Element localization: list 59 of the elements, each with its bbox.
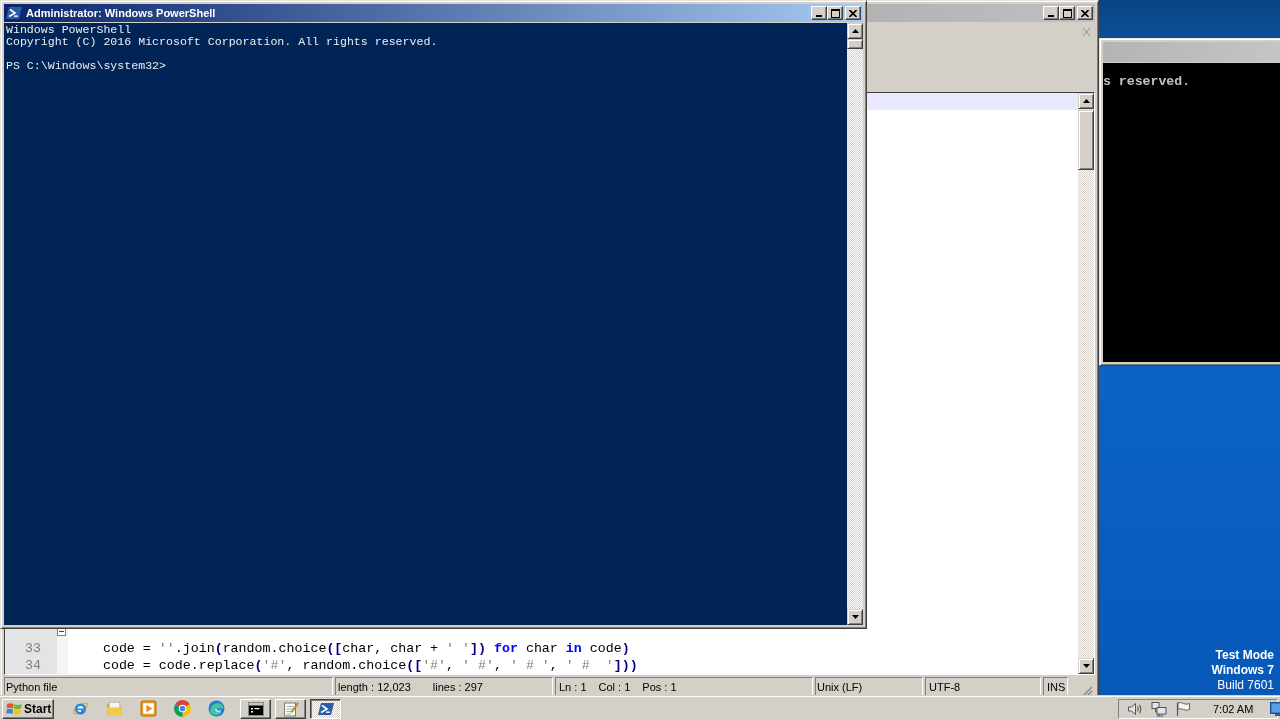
start-button[interactable]: Start	[2, 698, 54, 719]
speaker-icon[interactable]	[1127, 700, 1143, 717]
scroll-down-button[interactable]	[1078, 658, 1094, 674]
status-text: lines : 297	[432, 681, 483, 693]
close-button[interactable]	[1077, 6, 1093, 20]
console-text: Copyright (C) 2016 Microsoft Corporation. All rights reserved.	[6, 36, 439, 48]
scroll-up-button[interactable]	[847, 23, 863, 39]
maximize-icon	[1062, 8, 1072, 18]
flag-icon[interactable]	[1175, 700, 1191, 717]
up-arrow-icon	[1082, 99, 1090, 103]
prompt-icon	[6, 5, 22, 21]
maximize-button[interactable]	[1059, 6, 1075, 20]
status-text: Unix (LF)	[817, 681, 863, 693]
terminal-icon	[247, 700, 264, 717]
console-text: s reserved.	[1103, 74, 1191, 89]
desktop-notice-text: Build 7601	[1217, 678, 1274, 693]
code-line: code = ''.join(random.choice([char, char + ' ']) for char in code)	[101, 640, 630, 657]
down-arrow-icon	[1082, 664, 1090, 668]
console-area[interactable]: Windows PowerShell Copyright (C) 2016 Microsoft Corporation. All rights reserved. PS C:\Windows\system32>	[4, 23, 847, 625]
flag-logo-icon	[6, 700, 22, 717]
status-text: Ln : 1	[559, 681, 587, 693]
browser-icon[interactable]	[72, 700, 89, 717]
scrollbar-thumb[interactable]	[1078, 110, 1094, 170]
code-line: code = code.replace('#', random.choice(['#', ' #', ' # ', ' # ']))	[101, 657, 638, 674]
notepad-icon	[282, 700, 299, 717]
clock[interactable]: 7:02 AM	[1213, 702, 1254, 715]
minimize-button[interactable]	[811, 6, 827, 20]
maximize-button[interactable]	[827, 6, 843, 20]
console-text: Windows PowerShell	[6, 24, 133, 36]
play-icon[interactable]	[140, 700, 157, 717]
down-arrow-icon	[851, 615, 859, 619]
taskbar-window-button[interactable]	[310, 698, 341, 719]
desktop-notice-text: Windows 7	[1211, 663, 1274, 678]
scroll-up-button[interactable]	[1078, 93, 1094, 109]
desktop-notice-text: Test Mode	[1215, 648, 1274, 663]
status-text: Col : 1	[598, 681, 631, 693]
scrollbar-thumb[interactable]	[847, 39, 863, 49]
status-text: INS	[1047, 681, 1066, 693]
line-number: 34	[25, 658, 41, 673]
network-icon[interactable]	[1151, 700, 1167, 717]
close-icon	[849, 9, 857, 17]
status-text: Python file	[6, 681, 58, 693]
prompt-icon	[317, 700, 334, 717]
minimize-button[interactable]	[1043, 6, 1059, 20]
swirl-icon[interactable]	[208, 700, 225, 717]
circle-logo-icon[interactable]	[174, 700, 191, 717]
close-icon	[1081, 9, 1089, 17]
line-number: 33	[25, 641, 41, 656]
close-button[interactable]	[845, 6, 861, 20]
console-prompt: PS C:\Windows\system32>	[6, 60, 168, 72]
window-title: Administrator: Windows PowerShell	[26, 7, 217, 19]
maximize-icon	[830, 8, 840, 18]
vertical-scrollbar[interactable]	[1078, 93, 1094, 674]
status-text: length : 12,023	[338, 681, 411, 693]
up-arrow-icon	[851, 29, 859, 33]
vertical-scrollbar[interactable]	[847, 23, 863, 625]
status-text: UTF-8	[929, 681, 961, 693]
status-text: Pos : 1	[642, 681, 677, 693]
scroll-down-button[interactable]	[847, 609, 863, 625]
